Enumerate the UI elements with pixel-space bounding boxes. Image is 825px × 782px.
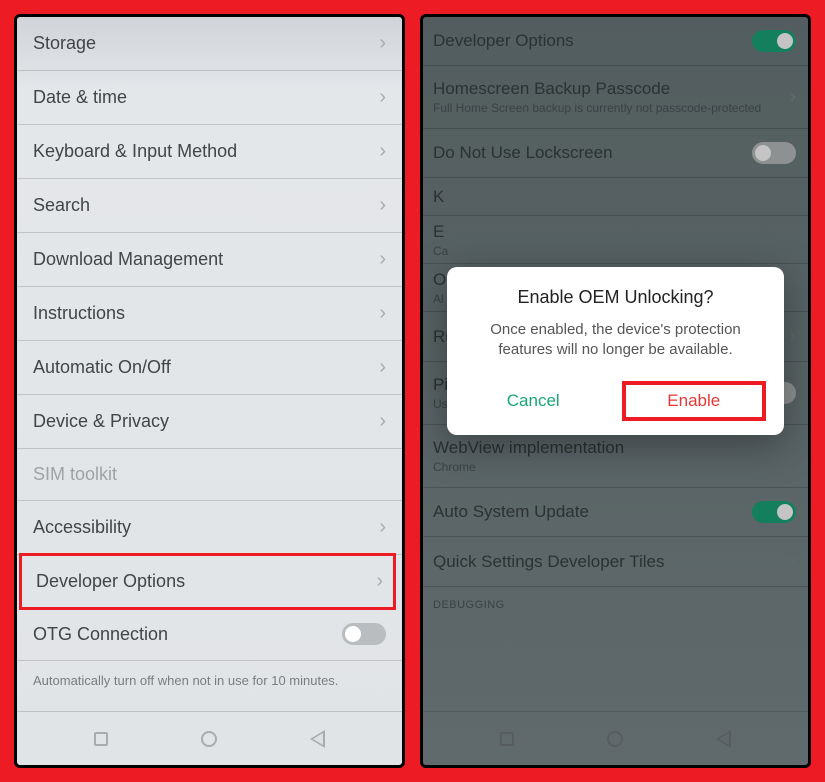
- label: Device & Privacy: [33, 411, 379, 432]
- chevron-right-icon: ›: [379, 248, 386, 271]
- row-quick-settings-tiles[interactable]: Quick Settings Developer Tiles ›: [423, 537, 808, 587]
- label: Accessibility: [33, 517, 379, 538]
- nav-back-icon[interactable]: [716, 730, 731, 748]
- chevron-right-icon: ›: [379, 86, 386, 109]
- label: Developer Options: [36, 571, 376, 592]
- navbar-right: [423, 711, 808, 765]
- label: Do Not Use Lockscreen: [433, 143, 752, 163]
- nav-recent-icon[interactable]: [500, 732, 514, 746]
- chevron-right-icon: ›: [379, 194, 386, 217]
- row-date-time[interactable]: Date & time ›: [17, 71, 402, 125]
- row-developer-options[interactable]: Developer Options ›: [19, 553, 396, 610]
- row-device-privacy[interactable]: Device & Privacy ›: [17, 395, 402, 449]
- phone-right: Developer Options Homescreen Backup Pass…: [420, 14, 811, 768]
- chevron-right-icon: ›: [789, 550, 796, 573]
- sublabel: Chrome: [433, 460, 796, 474]
- row-storage[interactable]: Storage ›: [17, 17, 402, 71]
- row-instructions[interactable]: Instructions ›: [17, 287, 402, 341]
- label: Storage: [33, 33, 379, 54]
- label: SIM toolkit: [33, 464, 386, 485]
- sublabel: Full Home Screen backup is currently not…: [433, 101, 789, 115]
- chevron-right-icon: ›: [379, 410, 386, 433]
- settings-list-left: Storage › Date & time › Keyboard & Input…: [17, 17, 402, 711]
- row-obscured-2[interactable]: E Ca: [423, 216, 808, 264]
- toggle-developer-options[interactable]: [752, 30, 796, 52]
- row-accessibility[interactable]: Accessibility ›: [17, 501, 402, 555]
- label: Date & time: [33, 87, 379, 108]
- enable-button-highlight: Enable: [622, 381, 767, 421]
- row-no-lockscreen[interactable]: Do Not Use Lockscreen: [423, 129, 808, 178]
- chevron-right-icon: ›: [789, 86, 796, 109]
- nav-recent-icon[interactable]: [94, 732, 108, 746]
- row-dev-options-toggle[interactable]: Developer Options: [423, 17, 808, 66]
- chevron-right-icon: ›: [379, 516, 386, 539]
- cancel-button[interactable]: Cancel: [465, 381, 602, 421]
- row-keyboard-input[interactable]: Keyboard & Input Method ›: [17, 125, 402, 179]
- chevron-right-icon: ›: [376, 570, 383, 593]
- toggle-no-lockscreen[interactable]: [752, 142, 796, 164]
- label: Quick Settings Developer Tiles: [433, 552, 789, 572]
- sublabel: Ca: [433, 244, 796, 258]
- chevron-right-icon: ›: [379, 356, 386, 379]
- row-otg-connection[interactable]: OTG Connection: [17, 608, 402, 661]
- label: OTG Connection: [33, 624, 342, 645]
- chevron-right-icon: ›: [379, 32, 386, 55]
- chevron-right-icon: ›: [379, 302, 386, 325]
- label: Auto System Update: [433, 502, 752, 522]
- label: K: [433, 187, 796, 207]
- toggle-auto-update[interactable]: [752, 501, 796, 523]
- label: Developer Options: [433, 31, 752, 51]
- dialog-actions: Cancel Enable: [465, 381, 766, 421]
- nav-home-icon[interactable]: [201, 731, 217, 747]
- phone-left: Storage › Date & time › Keyboard & Input…: [14, 14, 405, 768]
- row-search[interactable]: Search ›: [17, 179, 402, 233]
- label: Homescreen Backup Passcode: [433, 79, 789, 99]
- navbar-left: [17, 711, 402, 765]
- label: E: [433, 222, 796, 242]
- dialog-title: Enable OEM Unlocking?: [465, 287, 766, 308]
- toggle-otg[interactable]: [342, 623, 386, 645]
- chevron-right-icon: ›: [789, 325, 796, 348]
- dialog-oem-unlocking: Enable OEM Unlocking? Once enabled, the …: [447, 267, 784, 435]
- label: Instructions: [33, 303, 379, 324]
- row-obscured-1[interactable]: K: [423, 178, 808, 216]
- label: Download Management: [33, 249, 379, 270]
- row-download-management[interactable]: Download Management ›: [17, 233, 402, 287]
- dialog-message: Once enabled, the device's protection fe…: [465, 320, 766, 361]
- row-homescreen-backup[interactable]: Homescreen Backup Passcode Full Home Scr…: [423, 66, 808, 129]
- label: Automatic On/Off: [33, 357, 379, 378]
- chevron-right-icon: ›: [379, 140, 386, 163]
- label: WebView implementation: [433, 438, 796, 458]
- row-automatic-onoff[interactable]: Automatic On/Off ›: [17, 341, 402, 395]
- section-debugging: DEBUGGING: [423, 587, 808, 617]
- nav-back-icon[interactable]: [310, 730, 325, 748]
- enable-button[interactable]: Enable: [626, 385, 763, 417]
- row-auto-system-update[interactable]: Auto System Update: [423, 488, 808, 537]
- otg-footnote: Automatically turn off when not in use f…: [17, 661, 402, 704]
- row-sim-toolkit: SIM toolkit: [17, 449, 402, 501]
- nav-home-icon[interactable]: [607, 731, 623, 747]
- label: Keyboard & Input Method: [33, 141, 379, 162]
- label: Search: [33, 195, 379, 216]
